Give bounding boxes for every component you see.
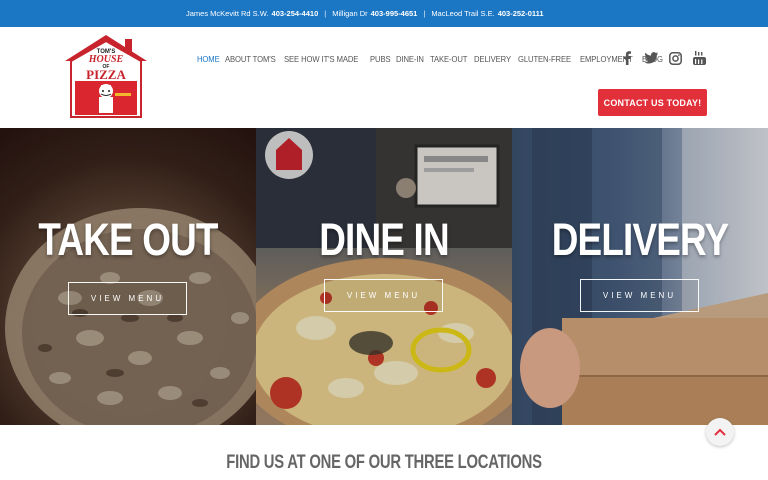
top-contact-bar: James McKevitt Rd S.W. 403-254-4410 | Mi… <box>0 0 768 27</box>
location-address: James McKevitt Rd S.W. <box>186 9 269 18</box>
logo-text-pizza: PIZZA <box>86 67 126 82</box>
nav-item-take-out[interactable]: TAKE-OUT <box>430 54 467 64</box>
location-phone-link[interactable]: 403-254-4410 <box>272 9 319 18</box>
dine-in-pizza-image <box>256 128 512 425</box>
delivery-boxes-image <box>512 128 768 425</box>
location-phone-list: James McKevitt Rd S.W. 403-254-4410 | Mi… <box>186 0 544 27</box>
main-nav: HOME ABOUT TOM'S SEE HOW IT'S MADE PUBS … <box>197 54 663 64</box>
location-address: Milligan Dr <box>332 9 368 18</box>
chevron-up-icon <box>714 428 726 436</box>
hero-panels: TAKE OUT VIEW MENU DINE IN VIEW MENU DEL… <box>0 128 768 425</box>
twitter-icon[interactable] <box>644 51 658 65</box>
location-phone-link[interactable]: 403-995-4651 <box>371 9 418 18</box>
dine-in-title: DINE IN <box>319 214 449 265</box>
locations-heading: FIND US AT ONE OF OUR THREE LOCATIONS <box>226 452 542 473</box>
instagram-icon[interactable] <box>668 51 682 65</box>
nav-item-gluten-free[interactable]: GLUTEN-FREE <box>518 54 571 64</box>
take-out-view-menu-button[interactable]: VIEW MENU <box>68 282 187 315</box>
facebook-icon[interactable] <box>620 51 634 65</box>
nav-item-pubs[interactable]: PUBS <box>370 54 391 64</box>
mushroom-pizza-image <box>0 128 256 425</box>
contact-us-button[interactable]: CONTACT US TODAY! <box>598 89 707 116</box>
nav-item-how-its-made[interactable]: SEE HOW IT'S MADE <box>284 54 358 64</box>
social-links <box>620 51 706 65</box>
separator: | <box>324 9 327 18</box>
page: James McKevitt Rd S.W. 403-254-4410 | Mi… <box>0 0 768 480</box>
nav-item-delivery[interactable]: DELIVERY <box>474 54 511 64</box>
youtube-icon[interactable] <box>692 51 706 65</box>
nav-item-about[interactable]: ABOUT TOM'S <box>225 54 276 64</box>
nav-item-dine-in[interactable]: DINE-IN <box>396 54 424 64</box>
dine-in-panel[interactable]: DINE IN VIEW MENU <box>256 128 512 425</box>
delivery-panel[interactable]: DELIVERY VIEW MENU <box>512 128 768 425</box>
take-out-title: TAKE OUT <box>38 214 218 265</box>
toms-house-of-pizza-logo[interactable]: TOM'S HOUSE OF PIZZA <box>63 33 149 119</box>
dine-in-view-menu-button[interactable]: VIEW MENU <box>324 279 443 312</box>
scroll-to-top-button[interactable] <box>706 418 734 446</box>
delivery-title: DELIVERY <box>551 214 729 265</box>
separator: | <box>423 9 426 18</box>
site-header: TOM'S HOUSE OF PIZZA HOME ABOUT TOM'S SE… <box>0 27 768 128</box>
location-address: MacLeod Trail S.E. <box>431 9 495 18</box>
nav-item-home[interactable]: HOME <box>197 54 220 64</box>
location-phone-link[interactable]: 403-252-0111 <box>498 9 544 18</box>
delivery-view-menu-button[interactable]: VIEW MENU <box>580 279 699 312</box>
take-out-panel[interactable]: TAKE OUT VIEW MENU <box>0 128 256 425</box>
